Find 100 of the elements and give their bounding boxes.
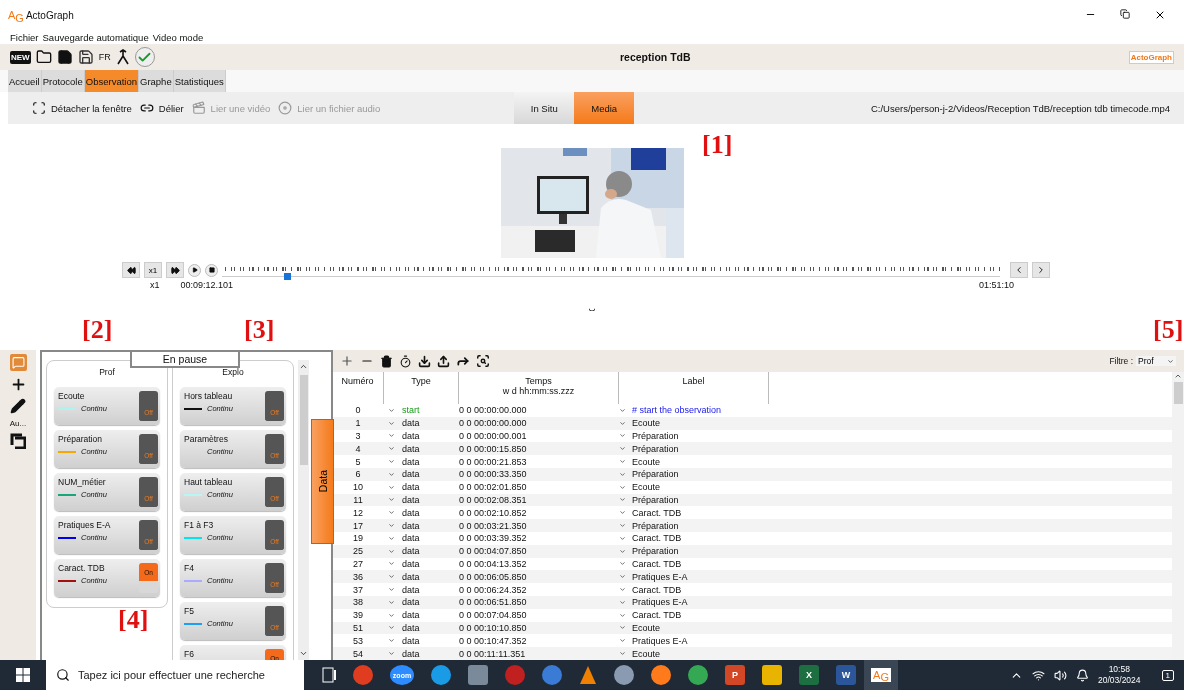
task-view-icon[interactable]	[322, 667, 336, 683]
table-cell: Caract. TDB	[632, 533, 682, 544]
filter-select[interactable]: Prof	[1136, 356, 1176, 366]
table-cell: Caract. TDB	[632, 558, 682, 569]
mode-button[interactable]: In Situ	[514, 92, 575, 124]
menu-item[interactable]: Fichier	[10, 31, 39, 43]
tab[interactable]: Protocole	[41, 70, 85, 92]
volume-icon[interactable]	[1054, 668, 1067, 682]
search-icon[interactable]	[476, 354, 490, 368]
app-icon[interactable]	[505, 665, 525, 685]
speed-button[interactable]: x1	[144, 262, 162, 278]
data-tab[interactable]: Data	[311, 419, 334, 544]
play-icon[interactable]	[191, 267, 198, 273]
app-icon[interactable]: W	[836, 665, 856, 685]
chevron-right-icon[interactable]	[1036, 265, 1046, 275]
tab[interactable]: Accueil	[8, 70, 42, 92]
scroll-up-icon[interactable]	[1174, 372, 1182, 380]
table-cell: data	[402, 648, 420, 659]
app-icon[interactable]: P	[725, 665, 745, 685]
link-icon[interactable]	[139, 101, 154, 115]
brand-logo: ActoGraph	[1128, 50, 1174, 64]
save-icon[interactable]	[56, 49, 73, 65]
tab[interactable]: Graphe	[139, 70, 174, 92]
fullscreen-icon[interactable]	[32, 101, 46, 115]
language-button[interactable]: FR	[98, 52, 111, 62]
action-button[interactable]: Détacher la fenêtre	[32, 101, 132, 115]
table-cell-text: 0 0 00:00:21.853	[459, 456, 528, 467]
table-cell-text: 0 0 00:10:47.352	[459, 635, 528, 646]
caret-icon[interactable]	[1167, 357, 1174, 365]
scrollbar-thumb[interactable]	[299, 375, 308, 465]
stop-button[interactable]	[205, 263, 218, 277]
tab[interactable]: Statistiques	[173, 70, 226, 92]
table-cell: Caract. TDB	[632, 584, 682, 595]
table-cell-text: 12	[352, 507, 364, 518]
save-as-icon[interactable]	[77, 49, 94, 65]
copy-icon[interactable]	[10, 433, 26, 449]
tab[interactable]: Observation	[84, 70, 139, 92]
table-cell-text: 53	[352, 635, 364, 646]
table-cell-text: 51	[352, 622, 364, 633]
chevron-left-icon[interactable]	[1014, 265, 1024, 275]
table-cell-text: 0 0 00:00:00.001	[459, 431, 528, 441]
app-icon[interactable]	[353, 665, 373, 685]
stop-icon[interactable]	[208, 267, 215, 273]
callout-label: [1]	[702, 130, 733, 160]
table-cell: Ecoute	[632, 482, 661, 493]
action-button[interactable]: Délier	[139, 101, 184, 115]
share-icon[interactable]	[456, 354, 470, 368]
merge-icon[interactable]	[115, 49, 130, 65]
table-cell-text: 0 0 00:03:39.352	[459, 533, 528, 544]
trash-icon[interactable]	[380, 354, 393, 368]
bell-icon[interactable]	[1076, 668, 1089, 682]
download-icon[interactable]	[418, 354, 431, 368]
timer-icon[interactable]	[399, 354, 412, 368]
search-field[interactable]: Tapez ici pour effectuer une recherche	[46, 660, 304, 690]
timeline-thumb[interactable]	[284, 273, 292, 280]
side-label: Au...	[9, 419, 27, 428]
app-icon[interactable]	[651, 665, 671, 685]
column-header[interactable]: Numéro	[341, 376, 374, 386]
scroll-down-icon[interactable]	[299, 649, 308, 658]
comment-icon[interactable]	[9, 354, 27, 371]
pencil-icon[interactable]	[10, 398, 26, 414]
scroll-up-icon[interactable]	[299, 362, 308, 371]
table-cell: data	[402, 431, 420, 441]
scrollbar[interactable]	[298, 360, 309, 660]
fast-forward-button[interactable]	[166, 262, 184, 278]
wifi-icon[interactable]	[1032, 668, 1045, 682]
column-header[interactable]: Label	[682, 376, 705, 386]
app-icon[interactable]	[579, 665, 597, 685]
app-icon[interactable]	[688, 665, 708, 685]
close-icon[interactable]	[1154, 9, 1166, 21]
table-cell: Préparation	[632, 431, 679, 441]
rewind-icon[interactable]	[126, 265, 136, 275]
callout-label: [4]	[118, 605, 149, 635]
behaviour-name: Caract. TDB	[58, 563, 106, 573]
play-button[interactable]	[188, 263, 201, 277]
table-cell-text: 0 0 00:00:33.350	[459, 469, 528, 480]
add-icon[interactable]	[340, 354, 354, 368]
column-header[interactable]: Temps	[525, 376, 552, 386]
filter-label: Filtre :	[1109, 356, 1133, 366]
table-cell: Préparation	[632, 494, 679, 505]
scrollbar-thumb[interactable]	[1173, 382, 1183, 404]
app-icon[interactable]	[431, 665, 451, 685]
app-icon[interactable]: X	[799, 665, 819, 685]
column-header[interactable]: Type	[411, 376, 431, 386]
restore-icon[interactable]	[1120, 9, 1130, 19]
rewind-button[interactable]	[122, 262, 140, 278]
table-cell-text: 39	[352, 610, 364, 621]
table-cell-text: 5	[354, 456, 362, 467]
scrollbar[interactable]	[1172, 372, 1184, 660]
table-cell: Pratiques E-A	[632, 635, 688, 646]
new-button[interactable]: NEW	[10, 50, 31, 64]
menu-item[interactable]: Sauvegarde automatique	[42, 31, 149, 43]
fast-forward-icon[interactable]	[170, 265, 180, 275]
folder-icon[interactable]	[35, 49, 52, 65]
notification-badge[interactable]: 1	[1161, 669, 1174, 681]
mode-button[interactable]: Media	[574, 92, 635, 124]
upload-icon[interactable]	[437, 354, 450, 368]
app-icon[interactable]	[614, 665, 634, 685]
menu-item[interactable]: Video mode	[152, 31, 204, 43]
app-icon[interactable]	[542, 665, 562, 685]
